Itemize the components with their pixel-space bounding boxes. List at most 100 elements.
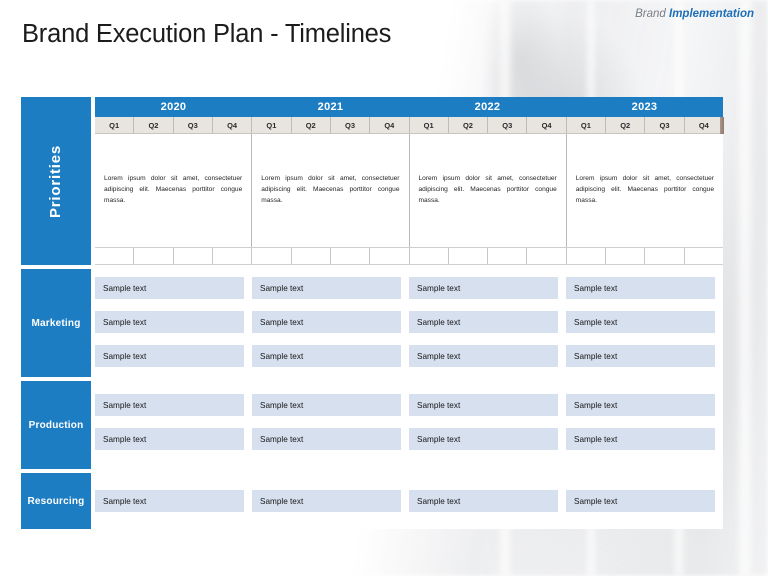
- bar-slot: Sample text: [95, 394, 252, 416]
- timeline-quarter-slot[interactable]: [252, 248, 292, 264]
- quarter-header-cell: Q3: [645, 117, 685, 133]
- production-band: Sample text Sample text Sample text Sample …: [95, 381, 723, 469]
- timeline-bar[interactable]: Sample text: [252, 345, 401, 367]
- resourcing-band: Sample text Sample text Sample text Sample …: [95, 473, 723, 529]
- priorities-cell-text: Lorem ipsum dolor sit amet, consectetuer…: [418, 175, 557, 204]
- quarter-header-row: Q1 Q2 Q3 Q4 Q1 Q2 Q3 Q4 Q1 Q2 Q3 Q4 Q1 Q2 Q3 Q4: [95, 117, 723, 134]
- timeline-quarter-slot[interactable]: [134, 248, 174, 264]
- priorities-cell-text: Lorem ipsum dolor sit amet, consectetuer…: [575, 175, 714, 204]
- timeline-bar[interactable]: Sample text: [409, 311, 558, 333]
- timeline-table: Priorities Marketing Production Resourci…: [21, 97, 724, 529]
- quarter-header-cell: Q4: [527, 117, 567, 133]
- quarter-header-cell: Q2: [449, 117, 489, 133]
- timeline-bar[interactable]: Sample text: [95, 311, 244, 333]
- timeline-bar[interactable]: Sample text: [252, 394, 401, 416]
- timeline-bar[interactable]: Sample text: [252, 428, 401, 450]
- category-label-priorities: Priorities: [47, 144, 65, 218]
- bar-slot: Sample text: [252, 345, 409, 367]
- bar-slot: Sample text: [252, 311, 409, 333]
- timeline-quarter-slot[interactable]: [331, 248, 371, 264]
- quarter-header-cell: Q1: [410, 117, 449, 133]
- bar-slot: Sample text: [409, 345, 566, 367]
- timeline-quarter-slot[interactable]: [410, 248, 449, 264]
- timeline-bar[interactable]: Sample text: [409, 394, 558, 416]
- timeline-bar[interactable]: Sample text: [566, 428, 715, 450]
- priorities-cell[interactable]: Lorem ipsum dolor sit amet, consectetuer…: [252, 134, 410, 247]
- quarter-header-cell: Q1: [252, 117, 292, 133]
- bar-row: Sample text Sample text Sample text Sample …: [95, 490, 723, 512]
- bar-slot: Sample text: [409, 311, 566, 333]
- timeline-quarter-slot[interactable]: [606, 248, 646, 264]
- timeline-bar[interactable]: Sample text: [252, 311, 401, 333]
- bar-slot: Sample text: [252, 394, 409, 416]
- bar-row: Sample text Sample text Sample text Sample …: [95, 277, 723, 299]
- year-header-cell: 2020: [160, 101, 187, 113]
- category-block-resourcing[interactable]: Resourcing: [21, 473, 91, 529]
- timeline-content-pane: 2020 2021 2022 2023 Q1 Q2 Q3 Q4 Q1 Q2 Q3 Q4 Q1 Q2 Q3 Q…: [95, 97, 724, 529]
- quarter-header-cell: Q3: [488, 117, 528, 133]
- priorities-cell[interactable]: Lorem ipsum dolor sit amet, consectetuer…: [410, 134, 567, 247]
- timeline-bar[interactable]: Sample text: [409, 345, 558, 367]
- timeline-bar[interactable]: Sample text: [566, 394, 715, 416]
- priorities-cell[interactable]: Lorem ipsum dolor sit amet, consectetuer…: [567, 134, 723, 247]
- timeline-quarter-slot[interactable]: [567, 248, 607, 264]
- quarter-header-cell: Q4: [698, 120, 709, 130]
- timeline-bar[interactable]: Sample text: [95, 277, 244, 299]
- quarter-header-cell: Q2: [606, 117, 646, 133]
- timeline-quarter-slot[interactable]: [645, 248, 685, 264]
- bar-slot: Sample text: [566, 394, 723, 416]
- quarter-header-cell: Q1: [567, 117, 607, 133]
- priorities-row: Lorem ipsum dolor sit amet, consectetuer…: [95, 134, 723, 247]
- timeline-bar[interactable]: Sample text: [95, 490, 244, 512]
- timeline-quarter-slot[interactable]: [370, 248, 410, 264]
- timeline-bar[interactable]: Sample text: [409, 490, 558, 512]
- timeline-bar[interactable]: Sample text: [95, 345, 244, 367]
- bar-slot: Sample text: [95, 345, 252, 367]
- timeline-quarter-slot[interactable]: [449, 248, 489, 264]
- bar-row: Sample text Sample text Sample text Sample …: [95, 311, 723, 333]
- timeline-bar[interactable]: Sample text: [566, 311, 715, 333]
- category-label-production: Production: [28, 419, 84, 431]
- timeline-bar[interactable]: Sample text: [95, 394, 244, 416]
- timeline-bar[interactable]: Sample text: [566, 277, 715, 299]
- category-label-resourcing: Resourcing: [27, 495, 85, 507]
- timeline-quarter-slot[interactable]: [292, 248, 331, 264]
- timeline-quarter-slot[interactable]: [685, 248, 723, 264]
- category-block-production[interactable]: Production: [21, 381, 91, 469]
- timeline-bar[interactable]: Sample text: [566, 490, 715, 512]
- timeline-quarter-slot[interactable]: [174, 248, 213, 264]
- category-block-priorities[interactable]: Priorities: [21, 97, 91, 265]
- timeline-bar[interactable]: Sample text: [252, 490, 401, 512]
- timeline-quarter-slot[interactable]: [488, 248, 528, 264]
- quarter-header-cell: Q4: [370, 117, 410, 133]
- quarter-header-cell: Q2: [292, 117, 331, 133]
- timeline-quarter-slot[interactable]: [213, 248, 253, 264]
- quarter-header-cell: Q3: [174, 117, 213, 133]
- bar-slot: Sample text: [409, 428, 566, 450]
- year-header-cell: 2023: [631, 101, 658, 113]
- timeline-quarter-slot[interactable]: [95, 248, 135, 264]
- page-title: Brand Execution Plan - Timelines: [22, 20, 392, 48]
- background-streak: [735, 0, 755, 576]
- timeline-quarter-slot[interactable]: [527, 248, 567, 264]
- quarter-header-cell: Q3: [331, 117, 371, 133]
- bar-row: Sample text Sample text Sample text Sample …: [95, 394, 723, 416]
- timeline-bar[interactable]: Sample text: [566, 345, 715, 367]
- bar-slot: Sample text: [409, 394, 566, 416]
- bar-slot: Sample text: [566, 490, 723, 512]
- quarter-header-cell: Q1: [95, 117, 135, 133]
- timeline-bar[interactable]: Sample text: [95, 428, 244, 450]
- timeline-bar[interactable]: Sample text: [252, 277, 401, 299]
- bar-slot: Sample text: [252, 428, 409, 450]
- timeline-bar[interactable]: Sample text: [409, 428, 558, 450]
- bar-slot: Sample text: [566, 311, 723, 333]
- quarter-header-edge-shadow: [720, 117, 724, 134]
- priorities-cell[interactable]: Lorem ipsum dolor sit amet, consectetuer…: [95, 134, 253, 247]
- timeline-bar[interactable]: Sample text: [409, 277, 558, 299]
- bar-slot: Sample text: [95, 428, 252, 450]
- bar-row: Sample text Sample text Sample text Sample …: [95, 345, 723, 367]
- category-block-marketing[interactable]: Marketing: [21, 269, 91, 377]
- brand-tagline-word: Brand: [635, 8, 666, 20]
- bar-row: Sample text Sample text Sample text Sample …: [95, 428, 723, 450]
- quarter-header-cell: Q4: [213, 117, 253, 133]
